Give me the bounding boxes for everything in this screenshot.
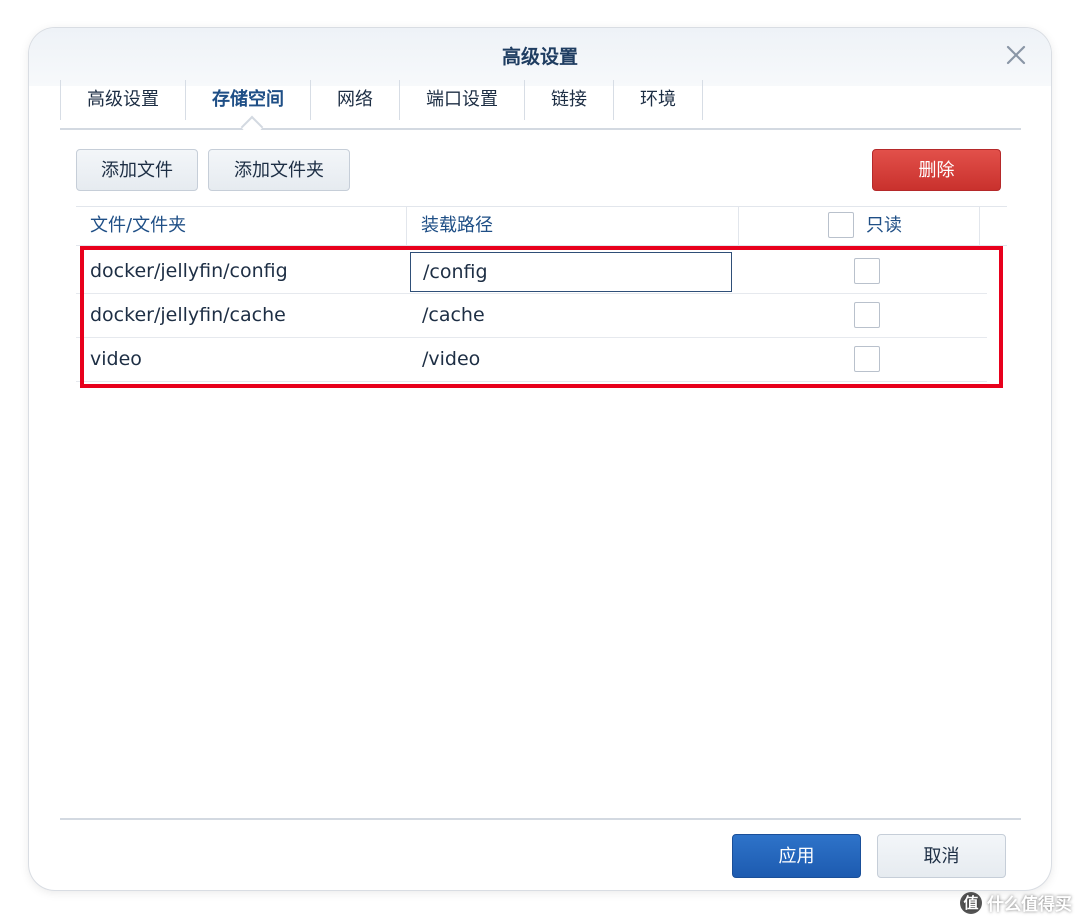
table-header: 文件/文件夹 装载路径 只读: [76, 206, 1007, 246]
dialog-title: 高级设置: [501, 46, 578, 68]
tab-bar: 高级设置 存储空间 网络 端口设置 链接 环境: [60, 80, 703, 128]
add-folder-button[interactable]: 添加文件夹: [208, 149, 350, 191]
watermark: 值 什么值得买: [960, 890, 1072, 915]
column-header-file-folder[interactable]: 文件/文件夹: [90, 207, 186, 245]
row-readonly-checkbox[interactable]: [854, 302, 880, 328]
row-file-path: docker/jellyfin/config: [90, 260, 288, 282]
advanced-settings-dialog: 高级设置 高级设置 存储空间 网络 端口设置 链接 环境 添加文件 添加文件夹 …: [29, 28, 1051, 890]
select-all-readonly-checkbox[interactable]: [828, 212, 854, 238]
watermark-logo-icon: 值: [960, 891, 982, 914]
apply-button[interactable]: 应用: [732, 834, 861, 878]
column-header-read-only[interactable]: 只读: [866, 207, 902, 245]
add-file-button[interactable]: 添加文件: [76, 149, 198, 191]
table-row[interactable]: video /video: [76, 337, 987, 382]
row-mount-path[interactable]: /video: [422, 337, 480, 381]
column-divider: [406, 207, 407, 245]
tab-port-settings[interactable]: 端口设置: [400, 80, 525, 120]
footer-divider: [60, 818, 1021, 820]
cancel-button[interactable]: 取消: [877, 834, 1006, 878]
column-header-mount-path[interactable]: 装载路径: [421, 207, 493, 245]
table-row[interactable]: docker/jellyfin/config /config: [76, 249, 987, 294]
tab-divider: [60, 128, 1021, 130]
delete-button[interactable]: 删除: [872, 149, 1001, 191]
tab-network[interactable]: 网络: [311, 80, 400, 120]
dialog-titlebar: 高级设置: [29, 28, 1051, 86]
mount-path-input[interactable]: /config: [410, 252, 732, 292]
tab-storage[interactable]: 存储空间: [186, 80, 311, 120]
row-readonly-checkbox[interactable]: [854, 346, 880, 372]
tab-links[interactable]: 链接: [525, 80, 614, 120]
row-mount-path[interactable]: /cache: [422, 293, 485, 337]
watermark-text: 什么值得买: [987, 895, 1072, 915]
tab-environment[interactable]: 环境: [614, 80, 703, 120]
table-row[interactable]: docker/jellyfin/cache /cache: [76, 293, 987, 338]
row-readonly-checkbox[interactable]: [854, 258, 880, 284]
close-icon[interactable]: [1001, 40, 1031, 70]
tab-advanced-settings[interactable]: 高级设置: [60, 80, 186, 120]
row-file-path: video: [90, 348, 142, 370]
row-file-path: docker/jellyfin/cache: [90, 304, 286, 326]
column-divider: [979, 207, 980, 245]
column-divider: [738, 207, 739, 245]
